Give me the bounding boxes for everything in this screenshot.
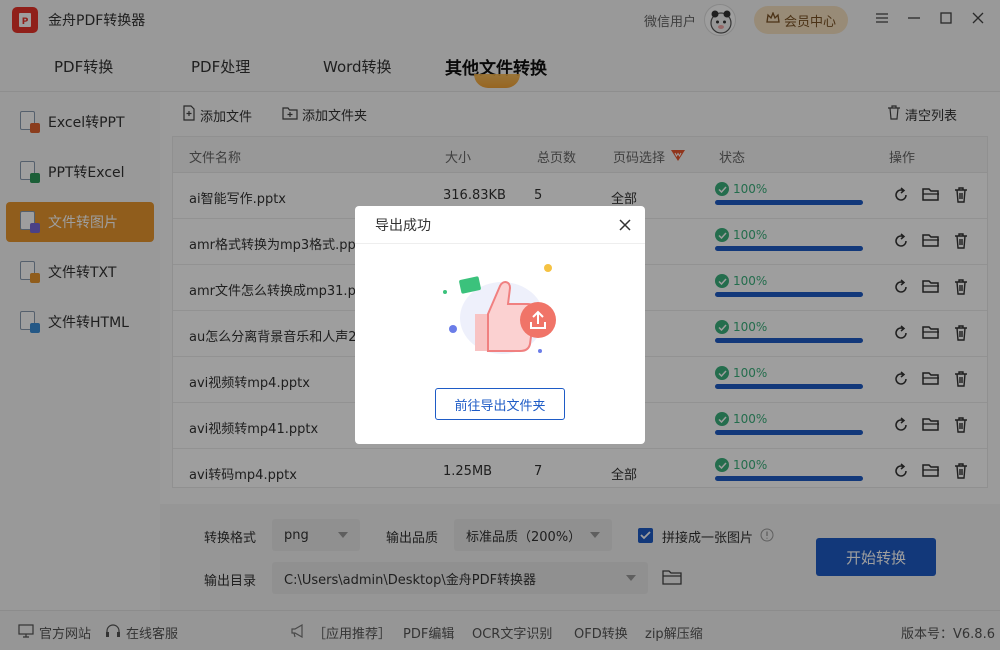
thumbs-up-illustration-icon	[440, 256, 560, 366]
dialog-title: 导出成功	[375, 215, 431, 235]
open-export-folder-button[interactable]: 前往导出文件夹	[435, 388, 565, 420]
export-success-dialog: 导出成功 前往导出文件夹	[355, 206, 645, 444]
dialog-close-button[interactable]	[615, 215, 635, 235]
